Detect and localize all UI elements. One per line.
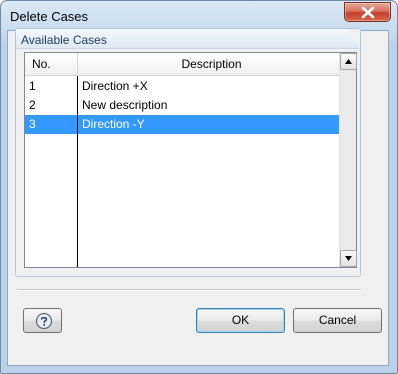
ok-button[interactable]: OK <box>196 308 285 333</box>
close-button[interactable] <box>344 2 391 22</box>
case-number: 2 <box>29 98 36 112</box>
vertical-scrollbar[interactable] <box>339 53 357 267</box>
cancel-button[interactable]: Cancel <box>293 308 382 333</box>
cases-list[interactable]: No. Description 1 Direction +X 2 New des… <box>24 52 357 268</box>
column-header-description[interactable]: Description <box>83 53 340 75</box>
group-header: Available Cases <box>16 29 360 49</box>
list-item[interactable]: 2 New description <box>25 96 340 115</box>
list-item-selected[interactable]: 3 Direction -Y <box>25 115 340 134</box>
title-bar[interactable]: Delete Cases <box>1 1 397 31</box>
case-number: 1 <box>29 79 36 93</box>
column-divider-line <box>77 76 78 267</box>
arrow-up-icon <box>345 59 352 64</box>
help-icon <box>35 312 53 330</box>
column-header-divider <box>77 53 78 75</box>
window-title: Delete Cases <box>10 9 89 24</box>
button-separator <box>17 289 361 291</box>
list-rows: 1 Direction +X 2 New description 3 Direc… <box>25 77 340 134</box>
group-title: Available Cases <box>21 33 107 47</box>
case-description: Direction -Y <box>82 117 145 131</box>
list-header: No. Description <box>25 53 340 76</box>
column-header-no[interactable]: No. <box>32 53 51 75</box>
scroll-down-button[interactable] <box>340 250 357 267</box>
case-description: New description <box>82 98 168 112</box>
case-number: 3 <box>29 117 36 131</box>
scroll-up-button[interactable] <box>340 53 357 70</box>
help-button[interactable] <box>23 308 62 333</box>
list-item[interactable]: 1 Direction +X <box>25 77 340 96</box>
case-description: Direction +X <box>82 79 148 93</box>
close-icon <box>361 6 375 19</box>
arrow-down-icon <box>345 256 352 261</box>
